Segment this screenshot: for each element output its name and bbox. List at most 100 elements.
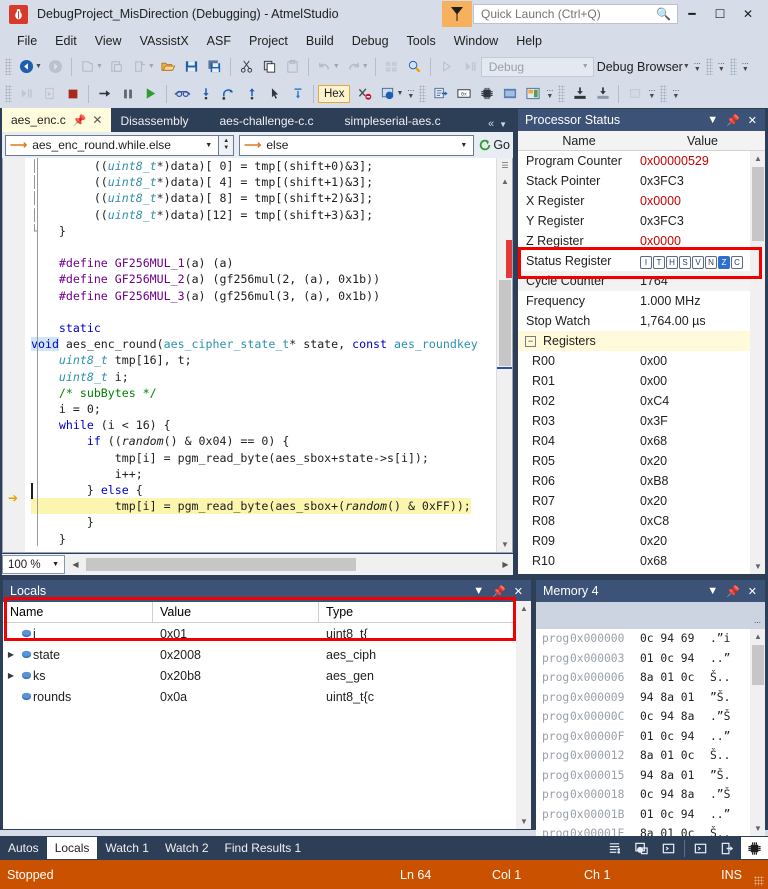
copy-icon[interactable] (258, 55, 281, 78)
hscroll-track[interactable] (83, 558, 498, 571)
stop-debugging-icon[interactable] (61, 82, 84, 105)
step-out-icon[interactable] (240, 82, 263, 105)
panel-menu-icon[interactable]: ▼ (707, 585, 718, 597)
flag-h[interactable]: H (666, 255, 678, 269)
editor-gutter[interactable]: ➔ (3, 158, 25, 552)
close-icon[interactable]: ✕ (748, 114, 757, 127)
table-row[interactable]: R06 0xB8 (518, 471, 765, 491)
toolbar-overflow-5[interactable]: ⋯ ▼ (544, 82, 555, 105)
expander-icon[interactable]: ▶ (3, 671, 19, 680)
toolbar-grip[interactable] (5, 58, 12, 75)
scroll-right-icon[interactable]: ▶ (498, 560, 513, 569)
call-stack-icon[interactable] (601, 837, 628, 859)
table-row[interactable]: ▶ state 0x2008 aes_ciph (3, 644, 531, 665)
tab-overflow-icon[interactable]: «▼ (488, 118, 513, 132)
table-row[interactable]: Stop Watch 1,764.00 µs (518, 311, 765, 331)
read-device-memory-icon[interactable] (568, 82, 591, 105)
table-row[interactable]: ▶ ks 0x20b8 aes_gen (3, 665, 531, 686)
debug-browser-label[interactable]: Debug Browser (594, 60, 686, 74)
debug-browser-dropdown-icon[interactable]: ▼ (683, 63, 690, 70)
memory-rows[interactable]: prog 0x000000 0c 94 69 .”i prog 0x000003 01 0… (536, 629, 765, 836)
table-row-status-register[interactable]: Status Register ITHSVNZC (518, 251, 765, 271)
memory-toolbar-overflow[interactable]: ⋯ (754, 620, 765, 629)
scroll-up-icon[interactable]: ▲ (516, 601, 532, 616)
go-button[interactable]: Go (474, 138, 513, 152)
menu-item-project[interactable]: Project (240, 31, 297, 51)
flag-i[interactable]: I (640, 255, 652, 269)
table-row-cycle-counter[interactable]: Cycle Counter 1764 (518, 271, 765, 291)
pin-icon[interactable]: 📌 (726, 585, 740, 598)
scope-spinner[interactable]: ▲ ▼ (219, 134, 235, 156)
scroll-down-icon[interactable]: ▼ (497, 537, 512, 552)
status-flags[interactable]: ITHSVNZC (640, 254, 765, 269)
editor-horizontal-scrollbar[interactable]: ◀ ▶ (68, 556, 513, 573)
close-icon[interactable]: ✕ (748, 585, 757, 598)
toolbar-overflow-4[interactable]: ⋯ ▼ (405, 82, 416, 105)
hexadecimal-display-button[interactable]: Hex (318, 84, 351, 103)
io-view-icon[interactable] (498, 82, 521, 105)
column-header-value[interactable]: Value (153, 601, 319, 623)
quick-launch-input[interactable] (474, 5, 677, 23)
toolbar-overflow-2[interactable]: ⋯ ▼ (716, 55, 727, 78)
minimize-button[interactable]: ━ (678, 0, 706, 28)
navigate-backward-icon[interactable] (15, 55, 38, 78)
registers-group-row[interactable]: − Registers (518, 331, 765, 351)
member-combo[interactable]: ⟶ else ▼ (239, 134, 475, 156)
collapse-icon[interactable]: − (525, 335, 536, 347)
menu-item-asf[interactable]: ASF (198, 31, 240, 51)
tab-autos[interactable]: Autos (0, 837, 47, 859)
tab-aes-challenge-c-c[interactable]: aes-challenge-c.c (197, 110, 322, 132)
menu-item-build[interactable]: Build (297, 31, 343, 51)
processor-view-icon[interactable] (741, 837, 768, 859)
flag-s[interactable]: S (679, 255, 691, 269)
resize-grip[interactable] (754, 876, 764, 886)
scroll-thumb[interactable] (752, 167, 764, 241)
immediate-window-icon[interactable] (687, 837, 714, 859)
scroll-left-icon[interactable]: ◀ (68, 560, 83, 569)
code-editor[interactable]: ➔ │ ((uint8_t*)data)[ 0] = tmp[(shift+0)… (2, 158, 513, 553)
menu-item-vassistx[interactable]: VAssistX (131, 31, 198, 51)
disassembly-window-icon[interactable] (429, 82, 452, 105)
table-row[interactable]: R08 0xC8 (518, 511, 765, 531)
scroll-down-icon[interactable]: ▼ (750, 821, 765, 836)
toolbar-grip[interactable] (5, 85, 12, 102)
table-row[interactable]: rounds 0x0a uint8_t{c (3, 686, 531, 707)
memory-toolbar[interactable]: ⋯ (536, 602, 765, 629)
output-window-icon[interactable] (628, 837, 655, 859)
toolbar-overflow-7[interactable]: ⋯ ▼ (670, 82, 681, 105)
toolbar-grip[interactable] (705, 58, 713, 75)
table-row[interactable]: R10 0x68 (518, 551, 765, 571)
command-window-icon[interactable] (655, 837, 682, 859)
memory-vertical-scrollbar[interactable]: ▲ ▼ (750, 629, 765, 836)
table-row[interactable]: i 0x01 uint8_t{ (3, 623, 531, 644)
maximize-button[interactable]: ☐ (706, 0, 734, 28)
open-file-icon[interactable] (157, 55, 180, 78)
hscroll-thumb[interactable] (86, 558, 356, 571)
table-row[interactable]: R01 0x00 (518, 371, 765, 391)
column-header-type[interactable]: Type (319, 602, 531, 623)
find-icon[interactable] (403, 55, 426, 78)
cut-icon[interactable] (235, 55, 258, 78)
toolbar-overflow-1[interactable]: ⋯ ▼ (692, 55, 703, 78)
tab-locals[interactable]: Locals (46, 837, 98, 859)
table-row[interactable]: Program Counter 0x00000529 (518, 151, 765, 171)
flag-n[interactable]: N (705, 255, 717, 269)
flag-icon[interactable] (442, 1, 472, 27)
pin-icon[interactable]: 📌 (492, 585, 506, 598)
run-to-cursor-icon[interactable] (93, 82, 116, 105)
tab-disassembly[interactable]: Disassembly (111, 110, 197, 132)
menu-item-edit[interactable]: Edit (46, 31, 86, 51)
scroll-up-icon[interactable]: ▲ (750, 151, 765, 166)
toolbar-grip[interactable] (660, 85, 668, 102)
flag-c[interactable]: C (731, 255, 743, 269)
tab-simpleserial-aes-c[interactable]: simpleserial-aes.c (323, 110, 450, 132)
tab-watch-2[interactable]: Watch 2 (157, 837, 217, 859)
pointer-icon[interactable] (263, 82, 286, 105)
table-row[interactable]: Z Register 0x0000 (518, 231, 765, 251)
flag-v[interactable]: V (692, 255, 704, 269)
pin-icon[interactable]: 📌 (726, 114, 740, 127)
table-row[interactable]: R05 0x20 (518, 451, 765, 471)
locals-value[interactable]: 0x01 (153, 627, 319, 641)
toolbar-grip[interactable] (419, 85, 427, 102)
toolbar-overflow-6[interactable]: ⋯ ▼ (646, 82, 657, 105)
